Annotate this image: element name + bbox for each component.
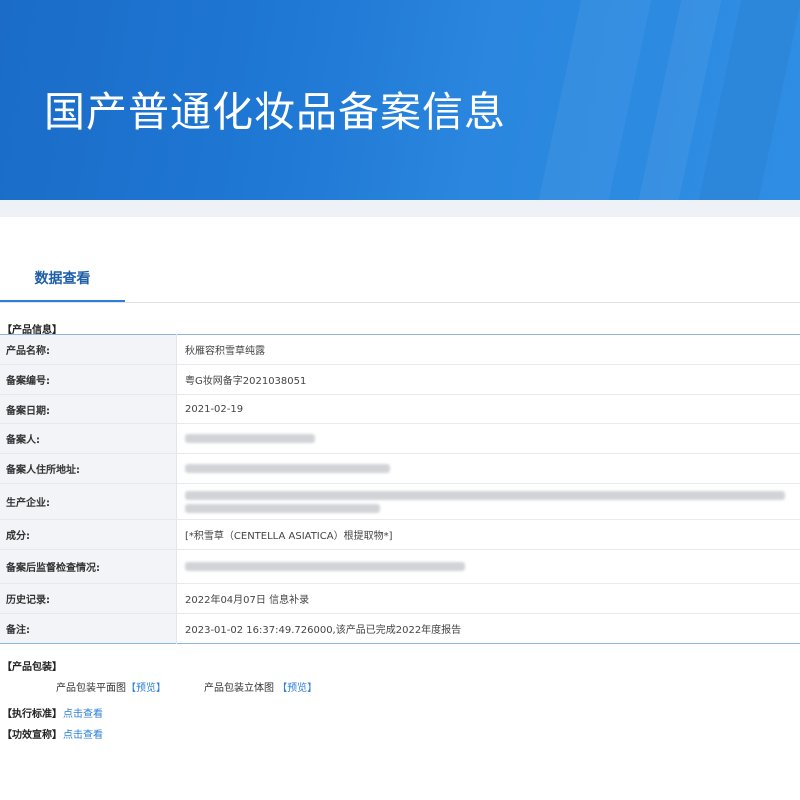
table-row: 产品名称: 秋雁容积雪草纯露 xyxy=(0,334,800,365)
row-label-registrant: 备案人: xyxy=(0,423,177,454)
packaging-flat-label: 产品包装平面图 xyxy=(56,683,126,694)
row-value-ingredients: [*积雪草（CENTELLA ASIATICA）根提取物*] xyxy=(176,519,800,550)
product-info-table: 产品名称: 秋雁容积雪草纯露 备案编号: 粤G妆网备字2021038051 备案… xyxy=(0,334,800,644)
row-label-remarks: 备注: xyxy=(0,613,177,644)
row-value-registration-number: 粤G妆网备字2021038051 xyxy=(176,364,800,395)
row-label-product-name: 产品名称: xyxy=(0,334,177,365)
table-row: 备注: 2023-01-02 16:37:49.726000,该产品已完成202… xyxy=(0,613,800,644)
row-value-history: 2022年04月07日 信息补录 xyxy=(176,583,800,614)
redacted-text xyxy=(185,433,315,443)
tab-data-view[interactable]: 数据查看 xyxy=(0,262,125,302)
row-label-registration-date: 备案日期: xyxy=(0,394,177,424)
row-label-manufacturer: 生产企业: xyxy=(0,483,177,520)
tab-bar: 数据查看 xyxy=(0,262,800,303)
standard-view-link[interactable]: 点击查看 xyxy=(63,705,103,720)
row-label-history: 历史记录: xyxy=(0,583,177,614)
row-value-manufacturer xyxy=(176,483,800,520)
packaging-flat-preview-link[interactable]: 【预览】 xyxy=(126,683,166,694)
table-row: 历史记录: 2022年04月07日 信息补录 xyxy=(0,583,800,614)
banner-decoration xyxy=(534,0,656,200)
row-label-supervision-check: 备案后监督检查情况: xyxy=(0,549,177,584)
table-row: 备案人: xyxy=(0,423,800,454)
table-row: 生产企业: xyxy=(0,483,800,520)
row-value-registrant xyxy=(176,423,800,454)
redacted-text xyxy=(185,503,380,513)
page-title: 国产普通化妆品备案信息 xyxy=(44,88,506,136)
redacted-text xyxy=(185,463,390,473)
table-row: 备案编号: 粤G妆网备字2021038051 xyxy=(0,364,800,395)
row-label-ingredients: 成分: xyxy=(0,519,177,550)
row-value-registrant-address xyxy=(176,453,800,484)
row-value-remarks: 2023-01-02 16:37:49.726000,该产品已完成2022年度报… xyxy=(185,625,462,636)
packaging-flat-item: 产品包装平面图【预览】 xyxy=(56,679,166,694)
table-row: 备案后监督检查情况: xyxy=(0,549,800,584)
redacted-text xyxy=(185,490,785,500)
row-value-registration-date: 2021-02-19 xyxy=(176,394,800,424)
standard-section-title: 【执行标准】 xyxy=(2,709,62,720)
table-row: 成分: [*积雪草（CENTELLA ASIATICA）根提取物*] xyxy=(0,519,800,550)
row-label-registration-number: 备案编号: xyxy=(0,364,177,395)
efficacy-section-title: 【功效宣称】 xyxy=(2,730,62,741)
packaging-3d-item: 产品包装立体图 【预览】 xyxy=(204,679,317,694)
packaging-section-title: 【产品包装】 xyxy=(2,662,62,673)
banner-divider-band xyxy=(0,200,800,217)
packaging-3d-label: 产品包装立体图 xyxy=(204,683,274,694)
row-value-product-name: 秋雁容积雪草纯露 xyxy=(176,334,800,365)
row-value-supervision-check xyxy=(176,549,800,584)
row-label-registrant-address: 备案人住所地址: xyxy=(0,453,177,484)
table-row: 备案人住所地址: xyxy=(0,453,800,484)
page-banner: 国产普通化妆品备案信息 xyxy=(0,0,800,200)
packaging-3d-preview-link[interactable]: 【预览】 xyxy=(277,683,317,694)
redacted-text xyxy=(185,561,465,571)
table-row: 备案日期: 2021-02-19 xyxy=(0,394,800,424)
efficacy-view-link[interactable]: 点击查看 xyxy=(63,726,103,741)
